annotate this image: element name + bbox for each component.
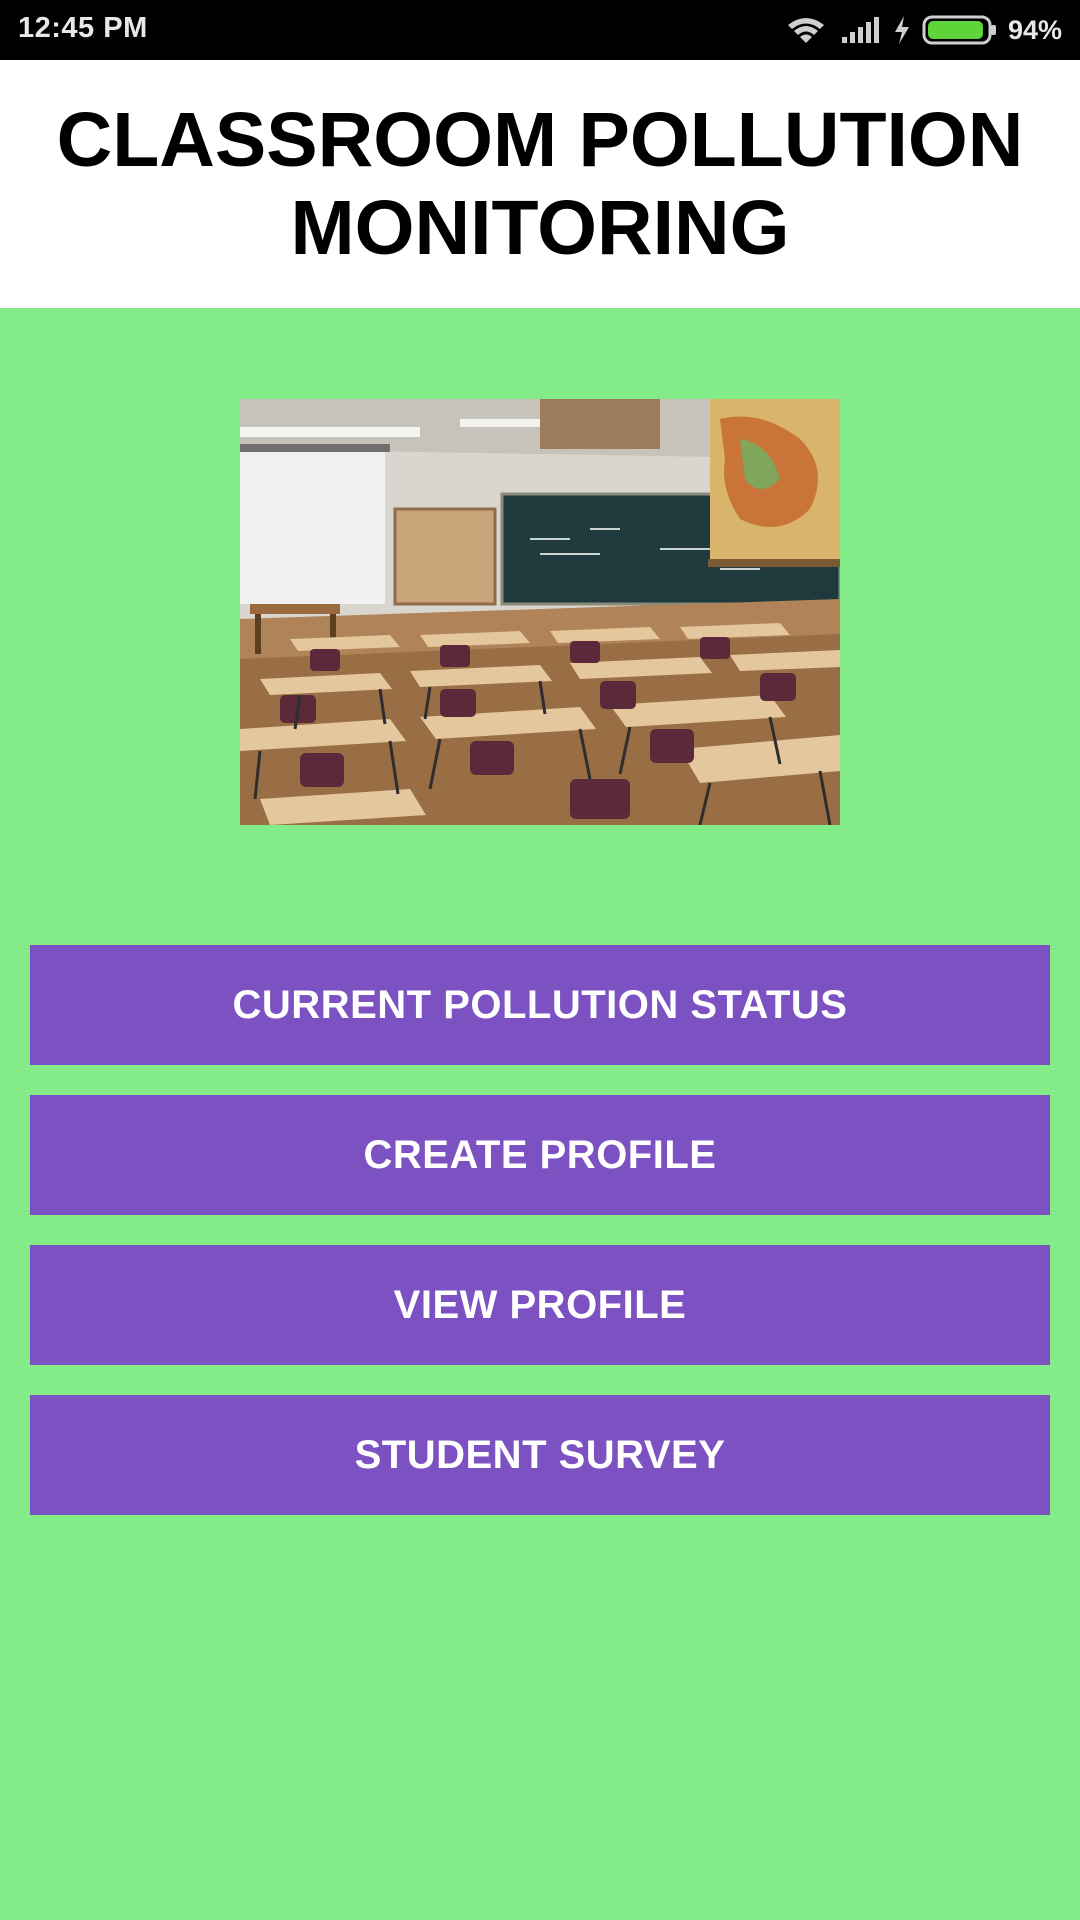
wifi-icon	[786, 15, 826, 45]
battery-icon	[922, 14, 998, 46]
battery-fill	[927, 21, 983, 39]
signal-icon	[840, 15, 880, 45]
charging-icon	[892, 15, 912, 45]
create-profile-button[interactable]: CREATE PROFILE	[30, 1095, 1050, 1215]
page-title: CLASSROOM POLLUTION MONITORING	[56, 97, 1024, 271]
view-profile-button[interactable]: VIEW PROFILE	[30, 1245, 1050, 1365]
header: CLASSROOM POLLUTION MONITORING	[0, 60, 1080, 308]
classroom-image	[240, 399, 840, 825]
status-icons: 94%	[786, 0, 1062, 60]
battery-percent: 94%	[1007, 14, 1062, 45]
status-time: 12:45 PM	[18, 12, 148, 44]
current-pollution-status-button[interactable]: CURRENT POLLUTION STATUS	[30, 945, 1050, 1065]
student-survey-button[interactable]: STUDENT SURVEY	[30, 1395, 1050, 1515]
status-bar: 12:45 PM 94%	[0, 0, 1080, 60]
